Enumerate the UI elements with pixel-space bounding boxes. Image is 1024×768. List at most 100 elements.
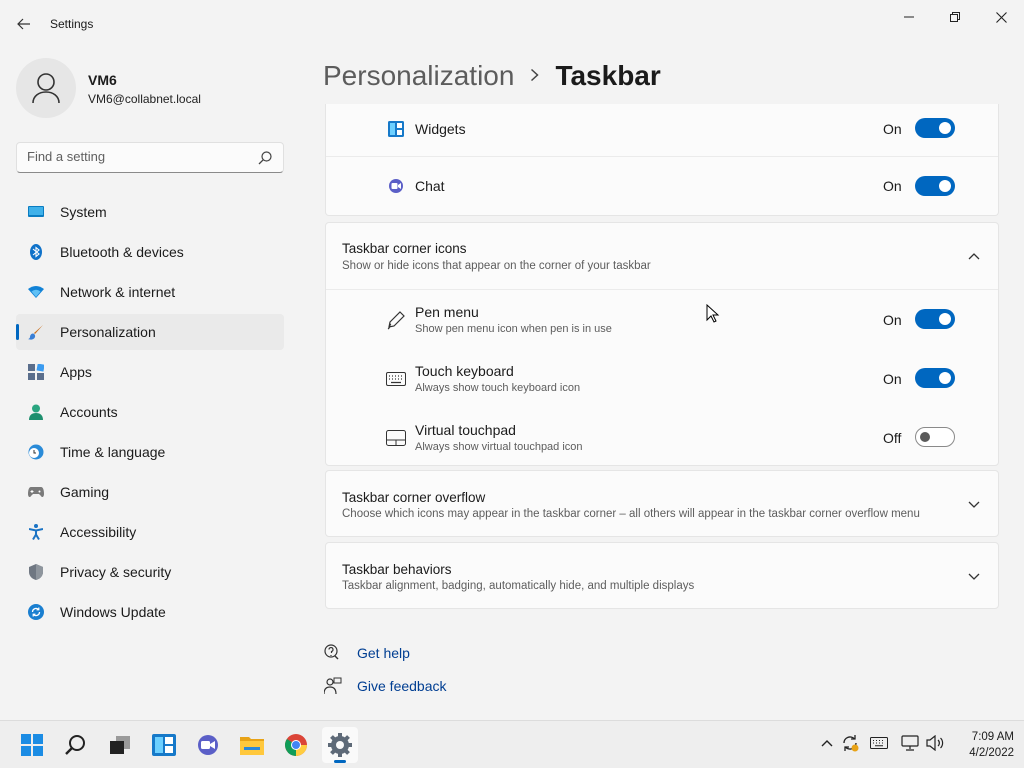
breadcrumb: Personalization Taskbar bbox=[323, 60, 661, 92]
chat-button[interactable] bbox=[190, 727, 226, 763]
widgets-row: Widgets On bbox=[326, 104, 1000, 156]
sidebar-item-time-language[interactable]: Time & language bbox=[16, 434, 284, 470]
sidebar-item-gaming[interactable]: Gaming bbox=[16, 474, 284, 510]
pen-menu-toggle[interactable] bbox=[915, 309, 955, 329]
sidebar-item-accounts[interactable]: Accounts bbox=[16, 394, 284, 430]
title-bar: Settings bbox=[0, 0, 1024, 48]
chat-title: Chat bbox=[415, 178, 445, 194]
virtual-touchpad-toggle[interactable] bbox=[915, 427, 955, 447]
mouse-cursor-icon bbox=[706, 304, 720, 323]
file-explorer-button[interactable] bbox=[234, 727, 270, 763]
sidebar-nav: System Bluetooth & devices Network & int… bbox=[16, 194, 284, 634]
task-view-button[interactable] bbox=[102, 727, 138, 763]
taskbar-search-button[interactable] bbox=[58, 727, 94, 763]
file-explorer-icon bbox=[240, 737, 264, 755]
paintbrush-icon bbox=[28, 324, 44, 340]
sync-icon bbox=[843, 735, 859, 752]
back-button[interactable] bbox=[12, 10, 36, 38]
corner-overflow-card[interactable]: Taskbar corner overflow Choose which ico… bbox=[325, 470, 999, 537]
touch-keyboard-toggle[interactable] bbox=[915, 368, 955, 388]
clock[interactable]: 7:09 AM 4/2/2022 bbox=[956, 729, 1014, 761]
sidebar-item-label: Bluetooth & devices bbox=[60, 244, 184, 260]
avatar[interactable] bbox=[16, 58, 76, 118]
widgets-button[interactable] bbox=[146, 727, 182, 763]
sidebar-item-windows-update[interactable]: Windows Update bbox=[16, 594, 284, 630]
pen-icon bbox=[386, 310, 406, 330]
start-button[interactable] bbox=[14, 727, 50, 763]
sidebar-item-label: Privacy & security bbox=[60, 564, 172, 580]
update-icon bbox=[28, 604, 44, 620]
search-box[interactable] bbox=[16, 142, 284, 173]
show-hidden-icons-button[interactable] bbox=[817, 733, 837, 753]
corner-icons-card: Taskbar corner icons Show or hide icons … bbox=[325, 222, 999, 466]
chat-state: On bbox=[883, 178, 902, 194]
touch-keyboard-row: Touch keyboard Always show touch keyboar… bbox=[326, 349, 1000, 408]
chevron-down-icon[interactable] bbox=[966, 569, 982, 585]
sidebar-item-label: Windows Update bbox=[60, 604, 166, 620]
task-view-icon bbox=[110, 736, 130, 754]
settings-button[interactable] bbox=[322, 727, 358, 763]
corner-icons-title: Taskbar corner icons bbox=[342, 241, 467, 256]
chevron-up-icon[interactable] bbox=[966, 248, 982, 264]
apps-icon bbox=[28, 364, 44, 380]
chevron-right-icon bbox=[530, 66, 540, 87]
widgets-toggle[interactable] bbox=[915, 118, 955, 138]
help-icon bbox=[323, 643, 343, 663]
network-tray-button[interactable] bbox=[900, 733, 920, 753]
behaviors-card[interactable]: Taskbar behaviors Taskbar alignment, bad… bbox=[325, 542, 999, 609]
widgets-state: On bbox=[883, 121, 902, 137]
sidebar-item-personalization[interactable]: Personalization bbox=[16, 314, 284, 350]
sidebar-item-privacy[interactable]: Privacy & security bbox=[16, 554, 284, 590]
sidebar-item-accessibility[interactable]: Accessibility bbox=[16, 514, 284, 550]
sidebar-item-label: Time & language bbox=[60, 444, 166, 460]
sidebar-item-label: Personalization bbox=[60, 324, 156, 340]
maximize-button[interactable] bbox=[932, 4, 978, 30]
pen-menu-row: Pen menu Show pen menu icon when pen is … bbox=[326, 290, 1000, 349]
chevron-down-icon[interactable] bbox=[966, 497, 982, 513]
app-title: Settings bbox=[50, 17, 94, 31]
corner-icons-header[interactable]: Taskbar corner icons Show or hide icons … bbox=[326, 223, 1000, 289]
settings-icon bbox=[328, 733, 352, 757]
sidebar-item-apps[interactable]: Apps bbox=[16, 354, 284, 390]
give-feedback-link[interactable]: Give feedback bbox=[323, 676, 447, 696]
user-email: VM6@collabnet.local bbox=[88, 92, 201, 106]
chrome-icon bbox=[285, 734, 307, 756]
gamepad-icon bbox=[28, 484, 44, 500]
virtual-touchpad-state: Off bbox=[883, 430, 902, 446]
search-icon[interactable] bbox=[257, 150, 273, 166]
sidebar-item-bluetooth[interactable]: Bluetooth & devices bbox=[16, 234, 284, 270]
page-title: Taskbar bbox=[555, 60, 661, 91]
sidebar-item-network[interactable]: Network & internet bbox=[16, 274, 284, 310]
search-input[interactable] bbox=[27, 149, 247, 164]
widgets-icon bbox=[386, 119, 406, 139]
close-button[interactable] bbox=[978, 4, 1024, 30]
minimize-button[interactable] bbox=[886, 4, 932, 30]
behaviors-title: Taskbar behaviors bbox=[342, 562, 452, 577]
touchpad-icon bbox=[386, 428, 406, 448]
sync-tray-button[interactable] bbox=[840, 733, 860, 753]
breadcrumb-parent[interactable]: Personalization bbox=[323, 60, 514, 92]
volume-icon bbox=[926, 735, 944, 751]
network-icon bbox=[901, 735, 919, 751]
person-icon bbox=[32, 73, 60, 104]
sidebar-item-label: Gaming bbox=[60, 484, 110, 500]
virtual-touchpad-row: Virtual touchpad Always show virtual tou… bbox=[326, 408, 1000, 466]
accessibility-icon bbox=[28, 524, 44, 540]
chrome-button[interactable] bbox=[278, 727, 314, 763]
corner-overflow-subtitle: Choose which icons may appear in the tas… bbox=[342, 508, 920, 520]
maximize-icon bbox=[950, 12, 960, 22]
sidebar-item-system[interactable]: System bbox=[16, 194, 284, 230]
clock-globe-icon bbox=[28, 444, 44, 460]
keyboard-icon bbox=[386, 369, 406, 389]
volume-tray-button[interactable] bbox=[925, 733, 945, 753]
chat-row: Chat On bbox=[326, 157, 1000, 215]
touch-keyboard-title: Touch keyboard bbox=[415, 363, 514, 379]
widgets-title: Widgets bbox=[415, 121, 466, 137]
get-help-link[interactable]: Get help bbox=[323, 643, 410, 663]
give-feedback-label: Give feedback bbox=[357, 678, 447, 694]
wifi-icon bbox=[28, 284, 44, 300]
minimize-icon bbox=[904, 16, 914, 18]
keyboard-tray-button[interactable] bbox=[869, 733, 889, 753]
chat-toggle[interactable] bbox=[915, 176, 955, 196]
sidebar-item-label: System bbox=[60, 204, 107, 220]
